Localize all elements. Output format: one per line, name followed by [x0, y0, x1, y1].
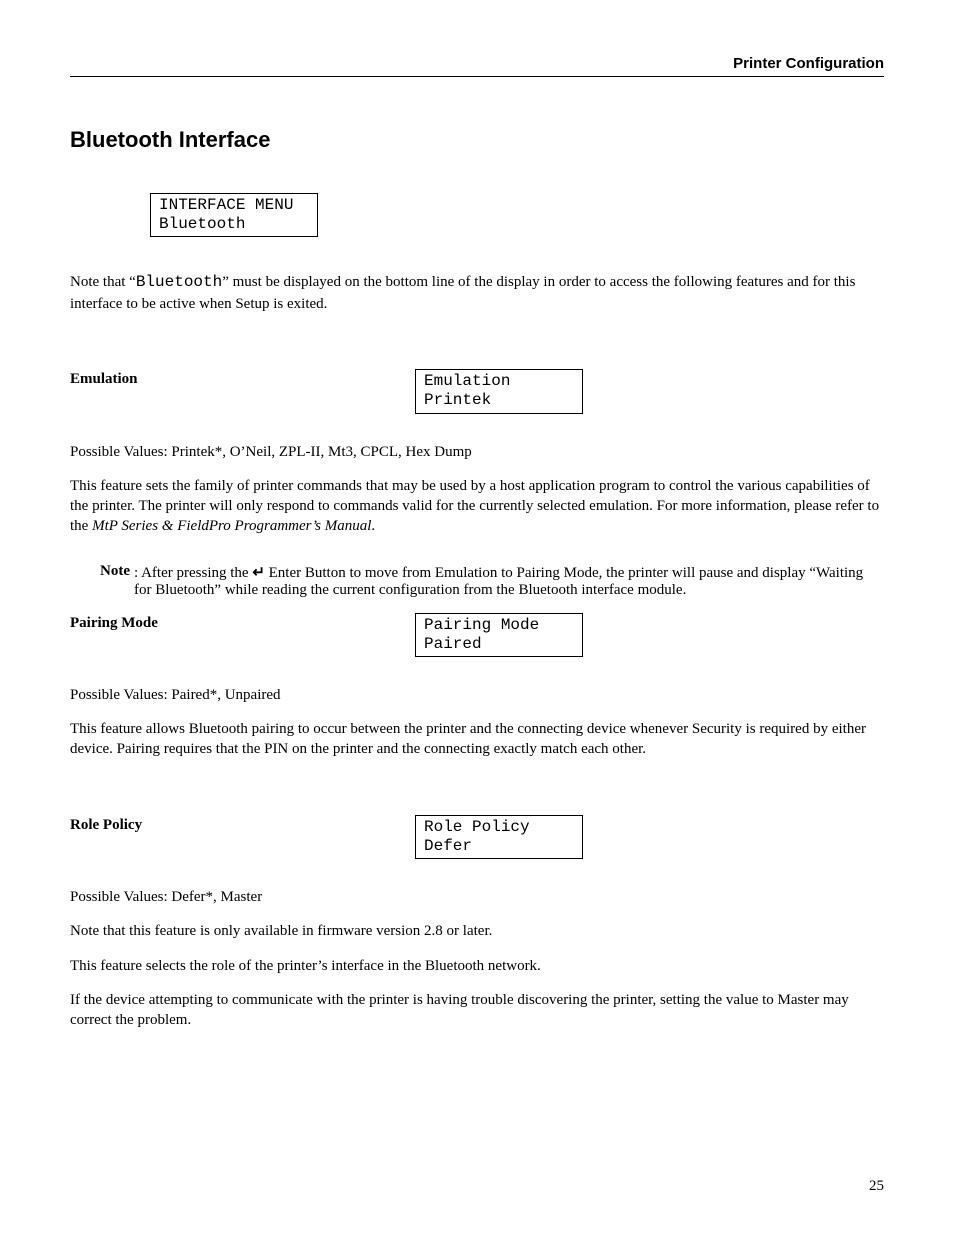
lcd-line2: Bluetooth	[159, 215, 245, 233]
role-row: Role Policy Role Policy Defer	[70, 815, 884, 859]
note-label: Note	[100, 563, 130, 599]
pairing-row: Pairing Mode Pairing Mode Paired	[70, 613, 884, 657]
lcd-interface-menu: INTERFACE MENU Bluetooth	[150, 193, 318, 237]
intro-mono: Bluetooth	[136, 273, 222, 291]
enter-icon: ↵	[252, 563, 265, 582]
page-header: Printer Configuration	[70, 55, 884, 77]
note-body: : After pressing the ↵ Enter Button to m…	[134, 563, 884, 599]
manual-title: MtP Series & FieldPro Programmer’s Manua…	[92, 518, 371, 534]
page-number: 25	[869, 1178, 884, 1195]
emulation-label: Emulation	[70, 369, 415, 388]
role-label: Role Policy	[70, 815, 415, 834]
header-title: Printer Configuration	[733, 55, 884, 72]
lcd-line1: INTERFACE MENU	[159, 196, 293, 214]
pairing-description: This feature allows Bluetooth pairing to…	[70, 719, 884, 760]
lcd-line2: Defer	[424, 837, 472, 855]
lcd-line2: Paired	[424, 635, 482, 653]
lcd-line1: Role Policy	[424, 818, 530, 836]
lcd-main-wrap: INTERFACE MENU Bluetooth	[150, 193, 884, 237]
intro-paragraph: Note that “Bluetooth” must be displayed …	[70, 272, 884, 314]
pairing-possible-values: Possible Values: Paired*, Unpaired	[70, 685, 884, 705]
note-block: Note : After pressing the ↵ Enter Button…	[100, 563, 884, 599]
pairing-label: Pairing Mode	[70, 613, 415, 632]
role-description: This feature selects the role of the pri…	[70, 956, 884, 976]
lcd-line1: Emulation	[424, 372, 510, 390]
lcd-role: Role Policy Defer	[415, 815, 583, 859]
emulation-description: This feature sets the family of printer …	[70, 476, 884, 537]
lcd-pairing: Pairing Mode Paired	[415, 613, 583, 657]
lcd-line1: Pairing Mode	[424, 616, 539, 634]
emulation-possible-values: Possible Values: Printek*, O’Neil, ZPL-I…	[70, 442, 884, 462]
role-possible-values: Possible Values: Defer*, Master	[70, 887, 884, 907]
section-title: Bluetooth Interface	[70, 127, 884, 153]
lcd-emulation: Emulation Printek	[415, 369, 583, 413]
emulation-row: Emulation Emulation Printek	[70, 369, 884, 413]
role-tip: If the device attempting to communicate …	[70, 990, 884, 1031]
role-firmware-note: Note that this feature is only available…	[70, 921, 884, 941]
page: Printer Configuration Bluetooth Interfac…	[0, 0, 954, 1235]
lcd-line2: Printek	[424, 391, 491, 409]
